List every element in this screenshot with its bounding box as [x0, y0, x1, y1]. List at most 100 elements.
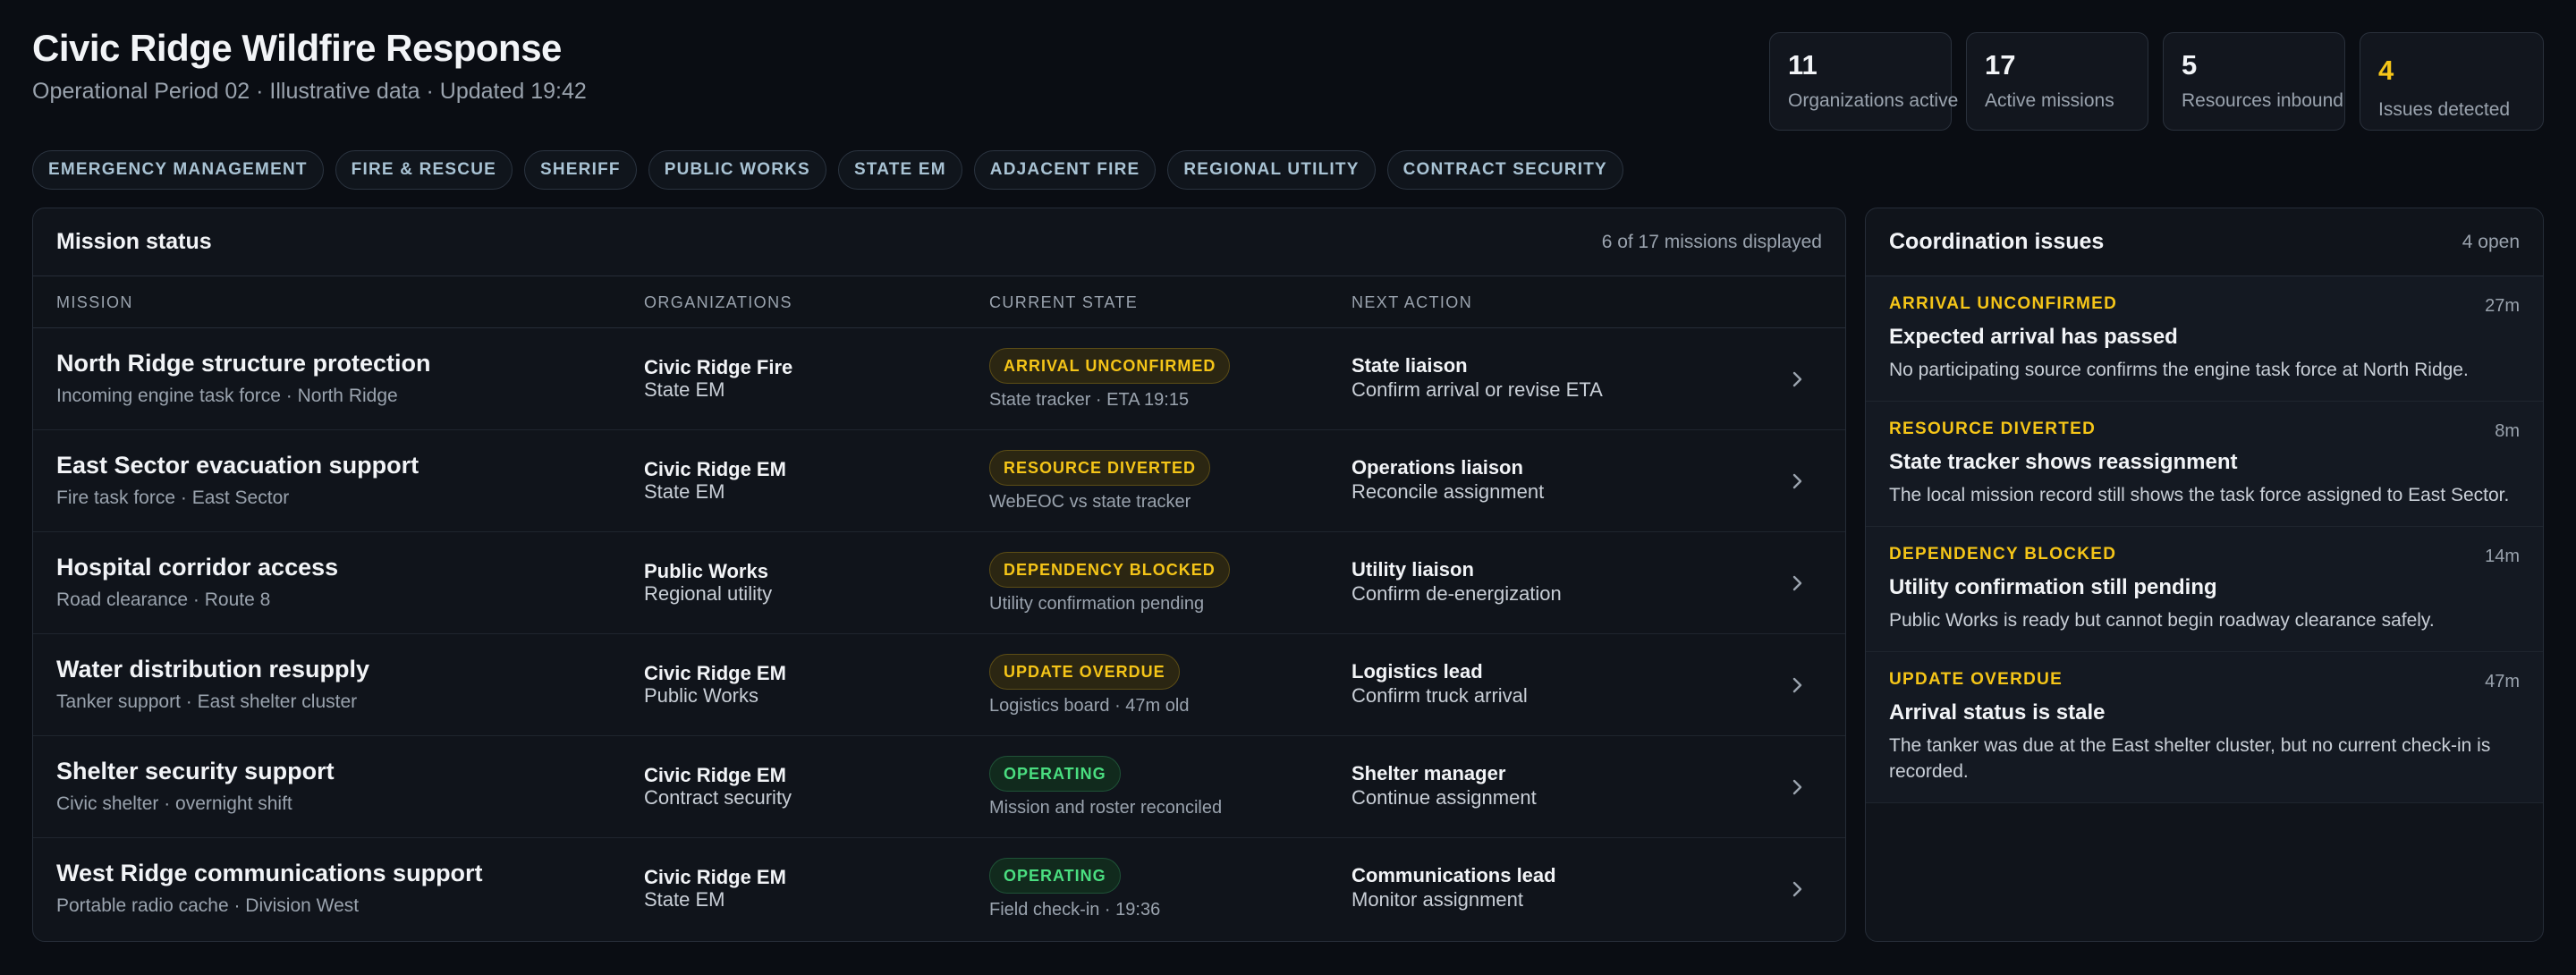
- mission-subtitle: Incoming engine task force · North Ridge: [56, 386, 398, 406]
- chevron-right-icon[interactable]: [1784, 876, 1811, 903]
- filter-chip-adjacent-fire[interactable]: ADJACENT FIRE: [973, 150, 1157, 190]
- chevron-right-icon[interactable]: [1784, 366, 1811, 393]
- issue-age: 27m: [2485, 296, 2520, 316]
- support-organization: Regional utility: [644, 582, 773, 605]
- state-detail: Logistics board · 47m old: [989, 696, 1190, 716]
- next-action-detail: Confirm truck arrival: [1352, 684, 1528, 707]
- coordination-issues-panel: Coordination issues 4 open ARRIVAL UNCON…: [1865, 208, 2544, 942]
- mission-title: Shelter security support: [56, 758, 335, 784]
- chevron-right-icon[interactable]: [1784, 672, 1811, 699]
- stat-value: 5: [2182, 49, 2198, 81]
- stat-label: Organizations active: [1788, 90, 1959, 111]
- stat-label: Active missions: [1985, 90, 2114, 111]
- issue-item[interactable]: UPDATE OVERDUE 47m Arrival status is sta…: [1866, 652, 2543, 803]
- support-organization: State EM: [644, 480, 725, 503]
- lead-organization: Civic Ridge EM: [644, 866, 786, 888]
- table-row[interactable]: East Sector evacuation support Fire task…: [33, 430, 1845, 532]
- issue-description: The tanker was due at the East shelter c…: [1889, 735, 2491, 782]
- support-organization: Contract security: [644, 786, 792, 809]
- state-detail: State tracker · ETA 19:15: [989, 390, 1190, 410]
- next-action-detail: Confirm de-energization: [1352, 582, 1562, 605]
- status-badge: ARRIVAL UNCONFIRMED: [989, 348, 1231, 384]
- mission-subtitle: Road clearance · Route 8: [56, 589, 271, 610]
- chevron-right-icon[interactable]: [1784, 570, 1811, 597]
- issue-item[interactable]: DEPENDENCY BLOCKED 14m Utility confirmat…: [1866, 527, 2543, 652]
- issue-description: The local mission record still shows the…: [1889, 485, 2510, 505]
- issue-age: 47m: [2485, 672, 2520, 691]
- filter-chip-sheriff[interactable]: SHERIFF: [524, 150, 637, 190]
- issue-type-label: UPDATE OVERDUE: [1889, 670, 2063, 689]
- filter-chip-public-works[interactable]: PUBLIC WORKS: [648, 150, 826, 190]
- column-header-organizations: ORGANIZATIONS: [644, 292, 792, 311]
- issue-item[interactable]: ARRIVAL UNCONFIRMED 27m Expected arrival…: [1866, 276, 2543, 402]
- mission-subtitle: Portable radio cache · Division West: [56, 895, 360, 916]
- table-row[interactable]: Water distribution resupply Tanker suppo…: [33, 634, 1845, 736]
- state-detail: WebEOC vs state tracker: [989, 492, 1191, 512]
- filter-chip-contract-security[interactable]: CONTRACT SECURITY: [1386, 150, 1623, 190]
- panel-title: Mission status: [56, 229, 212, 254]
- column-header-mission: MISSION: [56, 292, 133, 311]
- stat-value: 4: [2378, 55, 2394, 86]
- status-badge: UPDATE OVERDUE: [989, 654, 1180, 690]
- filter-chip-emergency-management[interactable]: EMERGENCY MANAGEMENT: [32, 150, 324, 190]
- issue-type-label: DEPENDENCY BLOCKED: [1889, 545, 2117, 564]
- mission-subtitle: Tanker support · East shelter cluster: [56, 691, 358, 712]
- filter-chip-state-em[interactable]: STATE EM: [837, 150, 962, 190]
- stat-value: 17: [1985, 49, 2016, 81]
- next-action-owner: Operations liaison: [1352, 456, 1523, 479]
- next-action-owner: Shelter manager: [1352, 762, 1506, 784]
- filter-chip-fire-rescue[interactable]: FIRE & RESCUE: [335, 150, 513, 190]
- status-badge: DEPENDENCY BLOCKED: [989, 552, 1230, 588]
- filter-chip-regional-utility[interactable]: REGIONAL UTILITY: [1167, 150, 1376, 190]
- state-detail: Mission and roster reconciled: [989, 798, 1223, 818]
- support-organization: Public Works: [644, 684, 758, 707]
- status-badge: OPERATING: [989, 756, 1121, 792]
- column-header-next-action: NEXT ACTION: [1352, 292, 1473, 311]
- next-action-owner: State liaison: [1352, 354, 1468, 377]
- state-detail: Field check-in · 19:36: [989, 900, 1161, 920]
- table-row[interactable]: North Ridge structure protection Incomin…: [33, 328, 1845, 430]
- next-action-owner: Logistics lead: [1352, 660, 1483, 682]
- lead-organization: Public Works: [644, 560, 768, 582]
- state-detail: Utility confirmation pending: [989, 594, 1205, 614]
- table-row[interactable]: Shelter security support Civic shelter ·…: [33, 736, 1845, 838]
- next-action-detail: Monitor assignment: [1352, 888, 1523, 911]
- stat-organizations-active: 11 Organizations active: [1769, 32, 1959, 131]
- page-header: Civic Ridge Wildfire Response Operationa…: [32, 27, 587, 105]
- mission-subtitle: Civic shelter · overnight shift: [56, 793, 292, 814]
- page-title: Civic Ridge Wildfire Response: [32, 27, 562, 69]
- next-action-detail: Confirm arrival or revise ETA: [1352, 378, 1603, 401]
- chevron-right-icon[interactable]: [1784, 468, 1811, 495]
- table-row[interactable]: West Ridge communications support Portab…: [33, 838, 1845, 940]
- issue-description: Public Works is ready but cannot begin r…: [1889, 610, 2435, 631]
- missions-count: 6 of 17 missions displayed: [1601, 231, 1822, 252]
- lead-organization: Civic Ridge EM: [644, 764, 786, 786]
- issue-item[interactable]: RESOURCE DIVERTED 8m State tracker shows…: [1866, 402, 2543, 527]
- stat-issues-detected: 4 Issues detected: [2360, 32, 2544, 131]
- next-action-owner: Utility liaison: [1352, 558, 1474, 581]
- mission-title: North Ridge structure protection: [56, 350, 431, 377]
- open-issues-count: 4 open: [2462, 231, 2520, 252]
- page-subtitle: Operational Period 02 · Illustrative dat…: [32, 79, 587, 104]
- mission-status-panel: Mission status 6 of 17 missions displaye…: [32, 208, 1846, 942]
- mission-title: East Sector evacuation support: [56, 452, 419, 479]
- lead-organization: Civic Ridge EM: [644, 458, 786, 480]
- issue-title: State tracker shows reassignment: [1889, 450, 2238, 474]
- table-header: MISSION ORGANIZATIONS CURRENT STATE NEXT…: [33, 276, 1845, 328]
- issue-title: Arrival status is stale: [1889, 700, 2106, 725]
- stat-label: Issues detected: [2378, 99, 2511, 120]
- stat-label: Resources inbound: [2182, 90, 2343, 111]
- support-organization: State EM: [644, 888, 725, 911]
- support-organization: State EM: [644, 378, 725, 401]
- issue-type-label: ARRIVAL UNCONFIRMED: [1889, 294, 2118, 313]
- panel-header: Mission status 6 of 17 missions displaye…: [33, 208, 1845, 276]
- stat-active-missions: 17 Active missions: [1966, 32, 2148, 131]
- chevron-right-icon[interactable]: [1784, 774, 1811, 801]
- panel-title: Coordination issues: [1889, 229, 2105, 254]
- mission-title: Hospital corridor access: [56, 554, 339, 581]
- summary-stats: 11 Organizations active 17 Active missio…: [1769, 32, 2544, 131]
- column-header-current-state: CURRENT STATE: [989, 292, 1139, 311]
- stat-value: 11: [1788, 49, 1818, 81]
- table-row[interactable]: Hospital corridor access Road clearance …: [33, 532, 1845, 634]
- status-badge: RESOURCE DIVERTED: [989, 450, 1211, 486]
